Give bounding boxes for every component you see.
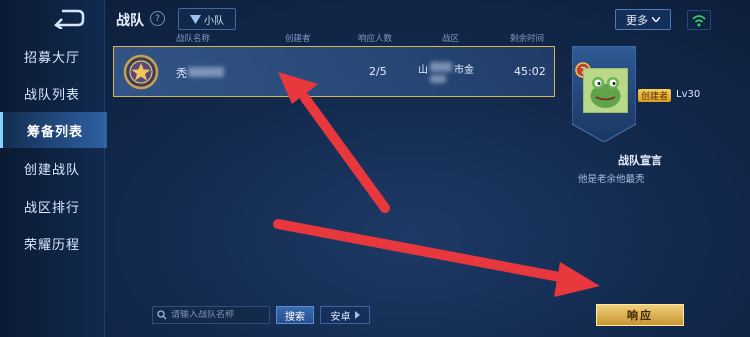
search-input[interactable] <box>171 310 263 320</box>
blurred-region <box>430 62 452 72</box>
sidebar-item-prep-list[interactable]: 筹备列表 <box>0 112 107 148</box>
more-button-label: 更多 <box>626 13 648 27</box>
column-header-responses: 响应人数 <box>358 34 393 44</box>
table-row[interactable]: 秃 2/5 山 市金 45:02 <box>113 46 555 97</box>
blurred-team-name <box>188 67 224 77</box>
avatar[interactable] <box>583 68 628 113</box>
respond-button[interactable]: 响应 <box>596 304 684 326</box>
team-emblem-icon <box>123 54 159 90</box>
column-header-region: 战区 <box>442 34 460 44</box>
declaration-title: 战队宣言 <box>618 154 662 167</box>
help-icon[interactable]: ? <box>150 11 165 26</box>
search-button[interactable]: 搜索 <box>276 306 314 324</box>
sidebar-item-honor-history[interactable]: 荣耀历程 <box>0 225 104 261</box>
region-select-button[interactable]: 安卓 <box>320 306 370 324</box>
sidebar: 招募大厅 战队列表 筹备列表 创建战队 战区排行 荣耀历程 <box>0 0 107 337</box>
time-left: 45:02 <box>514 65 546 78</box>
mode-tag-label: 小队 <box>204 15 224 27</box>
mode-tag[interactable]: 小队 <box>178 8 236 30</box>
response-count: 2/5 <box>369 65 387 78</box>
team-name: 秃 <box>176 67 187 80</box>
creator-badge: 创建者 <box>638 89 672 102</box>
column-header-creator: 创建者 <box>285 34 311 44</box>
chevron-right-icon <box>354 311 360 319</box>
sidebar-item-region-rank[interactable]: 战区排行 <box>0 188 104 224</box>
region-suffix: 市金 <box>454 65 474 76</box>
sidebar-item-recruit-hall[interactable]: 招募大厅 <box>0 38 104 74</box>
wifi-icon <box>687 10 711 30</box>
column-header-name: 战队名称 <box>176 34 211 44</box>
more-button[interactable]: 更多 <box>615 9 671 30</box>
page-title: 战队 <box>116 13 144 29</box>
region-select-label: 安卓 <box>330 311 351 323</box>
sidebar-item-team-list[interactable]: 战队列表 <box>0 75 104 111</box>
search-icon <box>157 310 167 320</box>
chevron-down-icon <box>652 17 660 22</box>
team-mode-icon <box>190 14 201 24</box>
frog-avatar-icon <box>590 77 621 108</box>
back-icon[interactable] <box>52 7 86 29</box>
column-header-time-left: 剩余时间 <box>510 34 545 44</box>
declaration-text: 他是老余他最秃 <box>578 174 645 185</box>
blurred-region-line2 <box>430 75 446 83</box>
sidebar-item-create-team[interactable]: 创建战队 <box>0 150 104 186</box>
region-prefix: 山 <box>418 65 428 76</box>
search-field[interactable] <box>152 306 270 324</box>
annotation-arrow-to-respond <box>273 219 600 297</box>
player-level: Lv30 <box>676 89 701 100</box>
